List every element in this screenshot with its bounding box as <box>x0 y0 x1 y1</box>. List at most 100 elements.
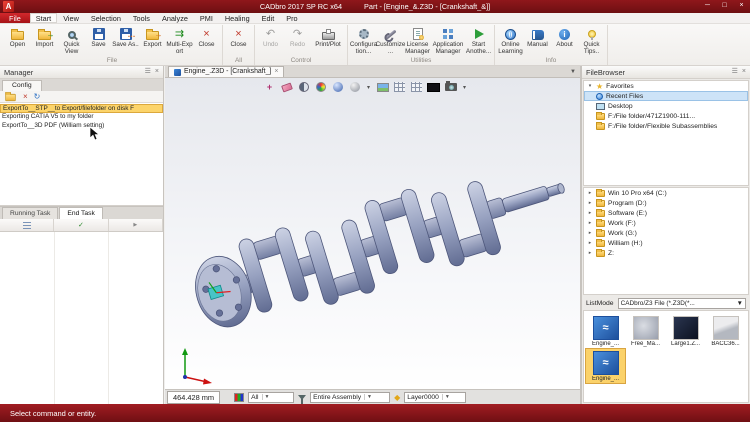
camera-icon[interactable] <box>444 81 457 93</box>
menu-tab-start[interactable]: Start <box>30 13 57 23</box>
task-column-status[interactable]: ✓ <box>54 219 108 231</box>
menu-tab-selection[interactable]: Selection <box>85 13 127 23</box>
expand-chevron-icon[interactable]: ▸ <box>587 210 593 216</box>
file-type-select[interactable]: CADbro/Z3 File (*.Z3D(*... ▼ <box>618 298 746 309</box>
menu-tab-tools[interactable]: Tools <box>127 13 156 23</box>
background-color-swatch[interactable] <box>427 81 440 93</box>
close-button[interactable]: × <box>733 0 750 13</box>
panel-close-icon[interactable]: × <box>155 66 159 78</box>
tab-config[interactable]: Config <box>2 80 42 91</box>
expand-chevron-icon[interactable]: ▸ <box>587 220 593 226</box>
customize-button[interactable]: Customize ... <box>377 25 404 56</box>
file-item[interactable]: Free_Ma... <box>626 314 665 348</box>
tree-node-favorites[interactable]: ▾ ★ Favorites <box>584 81 748 91</box>
about-button[interactable]: About <box>551 25 578 56</box>
layer-select[interactable]: Layer0000 ▼ <box>404 392 466 403</box>
image-background-icon[interactable] <box>376 81 389 93</box>
tab-end-task[interactable]: End Task <box>59 207 102 219</box>
quick-view-button[interactable]: Quick View <box>58 25 85 56</box>
menu-tab-pmi[interactable]: PMI <box>194 13 219 23</box>
material-sphere-icon[interactable] <box>348 81 361 93</box>
close-all-button[interactable]: × Close <box>225 25 252 56</box>
tab-list-chevron-icon[interactable]: ▼ <box>570 69 576 75</box>
config-item[interactable]: ExportTo__STP__to Export/filefolder on d… <box>0 104 163 113</box>
multi-export-button[interactable]: ⇉ Multi-Exp ort <box>166 25 193 56</box>
grid-icon[interactable] <box>393 81 406 93</box>
tree-node-folder[interactable]: F:/File folder/Flexible Subassemblies <box>584 121 748 131</box>
tree-node-drive-e[interactable]: ▸ Software (E:) <box>584 208 748 218</box>
app-logo-icon[interactable]: A <box>3 1 14 12</box>
panel-close-icon[interactable]: × <box>742 66 746 78</box>
display-filter-select[interactable]: All ▼ <box>248 392 294 403</box>
maximize-button[interactable]: □ <box>716 0 733 13</box>
3d-canvas[interactable]: + ▾ ▾ <box>165 78 580 389</box>
panel-menu-icon[interactable]: ☰ <box>145 66 151 78</box>
color-filter-icon[interactable] <box>234 393 244 402</box>
file-item[interactable]: Large1.Z... <box>666 314 705 348</box>
menu-tab-view[interactable]: View <box>57 13 85 23</box>
config-item[interactable]: ExportTo__3D PDF (William setting) <box>0 122 163 131</box>
chevron-down-icon[interactable]: ▾ <box>461 81 468 93</box>
tab-close-icon[interactable]: × <box>274 68 278 76</box>
menu-tab-pro[interactable]: Pro <box>280 13 303 23</box>
file-item[interactable]: Engine_... <box>586 314 625 348</box>
manual-button[interactable]: Manual <box>524 25 551 56</box>
pick-point-icon[interactable]: + <box>263 81 276 93</box>
tree-node-drive-f[interactable]: ▸ Work (F:) <box>584 218 748 228</box>
print-plot-button[interactable]: Print/Plot <box>311 25 345 56</box>
filter-icon[interactable] <box>298 395 306 400</box>
tree-node-drive-z[interactable]: ▸ Z: <box>584 248 748 258</box>
menu-tab-healing[interactable]: Healing <box>219 13 256 23</box>
close-file-button[interactable]: × Close <box>193 25 220 56</box>
shade-mode-icon[interactable] <box>297 81 310 93</box>
tree-node-drive-d[interactable]: ▸ Program (D:) <box>584 198 748 208</box>
tree-node-drive-h[interactable]: ▸ William (H:) <box>584 238 748 248</box>
file-item-selected[interactable]: Engine_... <box>586 349 625 383</box>
export-button[interactable]: → Export <box>139 25 166 56</box>
panel-menu-icon[interactable]: ☰ <box>732 66 738 78</box>
crankshaft-model[interactable] <box>165 78 580 389</box>
config-item[interactable]: Exporting CATIA V5 to my folder <box>0 113 163 122</box>
tree-node-folder[interactable]: F:/File folder/471Z1900-111... <box>584 111 748 121</box>
minimize-button[interactable]: ─ <box>699 0 716 13</box>
task-column-progress[interactable]: ▶ <box>109 219 163 231</box>
quick-tips-button[interactable]: Quick Tips.. <box>578 25 605 56</box>
tree-node-drive-g[interactable]: ▸ Work (G:) <box>584 228 748 238</box>
document-tab[interactable]: Engine_.Z3D - [Crankshaft_] × <box>168 66 284 77</box>
expand-chevron-icon[interactable]: ▸ <box>587 230 593 236</box>
tab-running-task[interactable]: Running Task <box>2 207 58 219</box>
configuration-button[interactable]: Configura tion... <box>350 25 377 56</box>
grid-snap-icon[interactable] <box>410 81 423 93</box>
import-button[interactable]: → Import <box>31 25 58 56</box>
expand-chevron-icon[interactable]: ▸ <box>587 190 593 196</box>
scope-filter-select[interactable]: Entire Assembly ▼ <box>310 392 390 403</box>
palette-icon[interactable] <box>314 81 327 93</box>
save-button[interactable]: Save <box>85 25 112 56</box>
start-another-button[interactable]: Start Anothe... <box>465 25 492 56</box>
menu-tab-edit[interactable]: Edit <box>256 13 281 23</box>
tree-node-desktop[interactable]: Desktop <box>584 101 748 111</box>
file-item[interactable]: BACC36... <box>706 314 745 348</box>
undo-button[interactable]: ↶ Undo <box>257 25 284 56</box>
menu-tab-analyze[interactable]: Analyze <box>156 13 194 23</box>
online-learning-button[interactable]: Online Learning <box>497 25 524 56</box>
expand-chevron-icon[interactable]: ▸ <box>587 240 593 246</box>
new-config-icon[interactable] <box>5 94 15 101</box>
refresh-config-icon[interactable]: ↻ <box>34 92 41 102</box>
open-button[interactable]: Open <box>4 25 31 56</box>
expand-chevron-icon[interactable]: ▸ <box>587 200 593 206</box>
menu-file[interactable]: File <box>0 13 30 23</box>
eraser-icon[interactable] <box>280 81 293 93</box>
layer-icon[interactable]: ◆ <box>394 393 400 402</box>
chevron-down-icon[interactable]: ▾ <box>365 81 372 93</box>
redo-button[interactable]: ↷ Redo <box>284 25 311 56</box>
expand-chevron-icon[interactable]: ▸ <box>587 250 593 256</box>
expand-chevron-icon[interactable]: ▾ <box>587 83 593 89</box>
render-sphere-icon[interactable] <box>331 81 344 93</box>
task-column-name[interactable] <box>0 219 54 231</box>
tree-node-recent-files[interactable]: Recent Files <box>584 91 748 101</box>
application-manager-button[interactable]: Application Manager <box>431 25 465 56</box>
tree-node-drive-c[interactable]: ▸ Win 10 Pro x64 (C:) <box>584 188 748 198</box>
delete-config-icon[interactable]: × <box>23 92 28 102</box>
license-manager-button[interactable]: License Manager <box>404 25 431 56</box>
